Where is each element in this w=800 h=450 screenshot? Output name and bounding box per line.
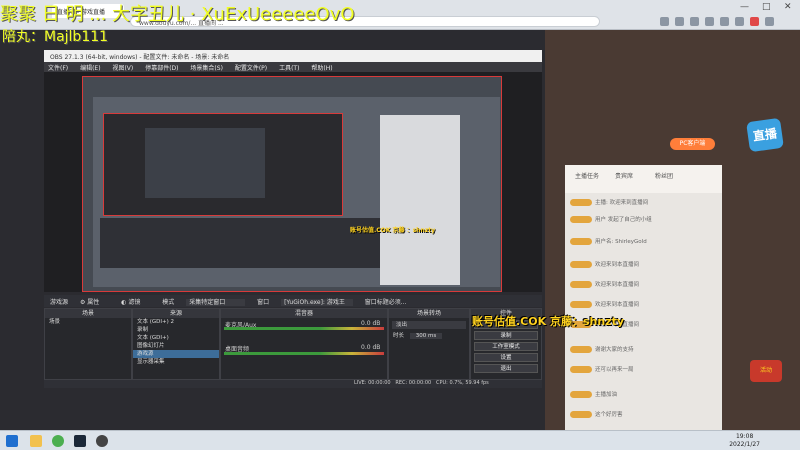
menu-help[interactable]: 帮助(H) xyxy=(311,65,332,72)
source-item[interactable]: 文本 (GDI+) 2 xyxy=(133,318,219,326)
sources-header: 来源 xyxy=(133,309,219,318)
companion-overlay: 陪丸：Majlb111 xyxy=(2,29,109,45)
chat-message: 主播: 欢迎来到直播间 xyxy=(570,198,720,208)
chat-tab[interactable]: 粉丝团 xyxy=(655,171,673,180)
extension-icon[interactable] xyxy=(735,17,744,26)
audio-meter xyxy=(224,327,384,330)
obs-menu-bar: 文件(F) 编辑(E) 视图(V) 停靠部件(D) 场景集合(S) 配置文件(P… xyxy=(44,62,542,72)
extension-icon[interactable] xyxy=(720,17,729,26)
chat-tabs: 主播任务 贵宾席 粉丝团 xyxy=(565,165,722,193)
obs-status-bar: LIVE: 00:00:00 REC: 00:00:00 CPU: 0.7%, … xyxy=(44,380,542,388)
mixer-channel-level: 0.0 dB xyxy=(361,320,381,327)
menu-scene-collection[interactable]: 场景集合(S) xyxy=(190,65,223,72)
duration-input[interactable]: 300 ms xyxy=(409,333,443,339)
file-explorer-icon[interactable] xyxy=(30,435,42,447)
menu-docks[interactable]: 停靠部件(D) xyxy=(145,65,178,72)
chat-tab[interactable]: 贵宾席 xyxy=(615,171,633,180)
stream-title-overlay: 聚聚 日 明 ... 大字丑儿 · XuExUeeeeeOvO xyxy=(0,4,355,25)
chat-message: 欢迎来到本直播间 xyxy=(570,280,720,290)
close-button[interactable]: ✕ xyxy=(784,2,792,12)
extension-icon[interactable] xyxy=(690,17,699,26)
chat-message: 欢迎来到本直播间 xyxy=(570,260,720,270)
source-item[interactable]: 游戏源 xyxy=(133,350,219,358)
source-item[interactable]: 图像幻灯片 xyxy=(133,342,219,350)
transitions-dock: 场景转场 淡出 时长 300 ms xyxy=(388,308,470,380)
wechat-icon[interactable] xyxy=(52,435,64,447)
settings-button[interactable]: 设置 xyxy=(474,353,538,362)
preview-nested-screen xyxy=(145,128,265,198)
audio-meter xyxy=(224,352,384,355)
chat-message: 这个好厉害 xyxy=(570,410,720,420)
preview-nested-docks xyxy=(100,218,380,268)
maximize-button[interactable]: □ xyxy=(762,2,771,12)
preview-nested-chat xyxy=(380,115,460,285)
chat-message: 主播加油 xyxy=(570,390,720,400)
menu-edit[interactable]: 编辑(E) xyxy=(80,65,100,72)
rec-timer: REC: 00:00:00 xyxy=(395,380,432,386)
mixer-channel-level: 0.0 dB xyxy=(361,344,381,351)
account-watermark-small: 账号估值.COK 京藤 ：shnzty xyxy=(350,227,435,234)
clock-time: 19:08 xyxy=(735,433,754,440)
system-clock[interactable]: 19:08 2022/1/27 xyxy=(729,433,760,449)
chat-message: 用户名: ShirleyGold xyxy=(570,237,720,247)
chat-message: 谢谢大家的支持 xyxy=(570,345,720,355)
transition-select[interactable]: 淡出 xyxy=(392,321,466,329)
scene-item[interactable]: 场景 xyxy=(45,318,131,326)
transitions-header: 场景转场 xyxy=(389,309,469,318)
window-select[interactable]: [YuGiOh.exe]: 游戏王 xyxy=(281,299,353,306)
menu-profile[interactable]: 配置文件(P) xyxy=(235,65,267,72)
chat-message: 用户 发起了自己的小组 xyxy=(570,215,720,225)
mode-select[interactable]: 采集特定窗口 xyxy=(186,299,246,306)
chat-message: 欢迎来到本直播间 xyxy=(570,300,720,310)
start-icon[interactable] xyxy=(6,435,18,447)
clock-date: 2022/1/27 xyxy=(729,441,760,448)
extension-icon[interactable] xyxy=(675,17,684,26)
duration-label: 时长 xyxy=(393,333,405,339)
mixer-header: 混音器 xyxy=(221,309,387,318)
menu-tools[interactable]: 工具(T) xyxy=(279,65,299,72)
exit-button[interactable]: 退出 xyxy=(474,364,538,373)
steam-icon[interactable] xyxy=(74,435,86,447)
source-item[interactable]: 显示器采集 xyxy=(133,358,219,366)
pc-client-button[interactable]: PC客户端 xyxy=(670,138,715,150)
account-watermark: 账号估值.COK 京藤：shnzty xyxy=(472,315,624,328)
extension-icon[interactable] xyxy=(750,17,759,26)
taskbar: 19:08 2022/1/27 xyxy=(0,430,800,450)
chat-tab[interactable]: 主播任务 xyxy=(575,171,599,180)
minimize-button[interactable]: — xyxy=(740,2,749,12)
activity-button[interactable]: 活动 xyxy=(750,360,782,382)
filters-button[interactable]: ◐ 滤镜 xyxy=(121,299,150,306)
extension-icon[interactable] xyxy=(660,17,669,26)
studio-mode-button[interactable]: 工作室模式 xyxy=(474,342,538,351)
properties-button[interactable]: ⚙ 属性 xyxy=(80,299,109,306)
scenes-header: 场景 xyxy=(45,309,131,318)
scenes-dock: 场景 场景 xyxy=(44,308,132,380)
extension-icon[interactable] xyxy=(705,17,714,26)
menu-view[interactable]: 视图(V) xyxy=(112,65,133,72)
mixer-dock: 混音器 麦克风/Aux 0.0 dB 桌面音频 0.0 dB xyxy=(220,308,388,380)
source-name: 游戏源 xyxy=(50,299,69,306)
record-button[interactable]: 录制 xyxy=(474,331,538,340)
window-label: 窗口 xyxy=(257,299,270,306)
menu-file[interactable]: 文件(F) xyxy=(48,65,68,72)
mode-label: 模式 xyxy=(162,299,175,306)
sources-dock: 来源 文本 (GDI+) 2 录制 文本 (GDI+) 图像幻灯片 游戏源 显示… xyxy=(132,308,220,380)
obs-window-title: OBS 27.1.3 (64-bit, windows) - 配置文件: 未命名… xyxy=(44,50,542,62)
menu-icon[interactable] xyxy=(765,17,774,26)
stream-logo: 直播 xyxy=(746,117,784,153)
obs-icon[interactable] xyxy=(96,435,108,447)
source-item[interactable]: 录制 xyxy=(133,326,219,334)
source-toolbar: 游戏源 ⚙ 属性 ◐ 滤镜 模式 采集特定窗口 窗口 [YuGiOh.exe]:… xyxy=(44,295,542,307)
live-timer: LIVE: 00:00:00 xyxy=(354,380,391,386)
source-item[interactable]: 文本 (GDI+) xyxy=(133,334,219,342)
cpu-fps: CPU: 0.7%, 59.94 fps xyxy=(436,380,489,386)
chat-message: 还可以再来一局 xyxy=(570,365,720,375)
priority-select[interactable]: 窗口标题必须... xyxy=(365,299,407,306)
